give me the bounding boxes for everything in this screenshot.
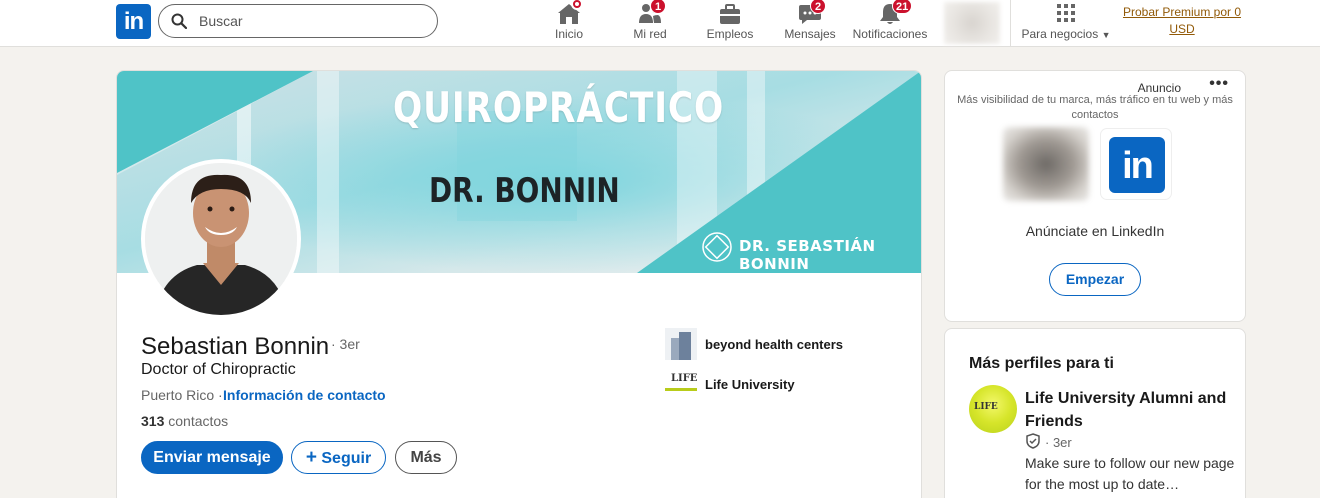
ad-cta-text: Anúnciate en LinkedIn — [1025, 223, 1165, 239]
profile-card: QUIROPRÁCTICO DR. BONNIN DR. SEBASTIÁN B… — [116, 70, 922, 498]
suggested-profile-degree: · 3er — [1045, 435, 1072, 450]
nav-home[interactable]: Inicio — [543, 0, 595, 47]
contact-info-link[interactable]: Información de contacto — [223, 387, 386, 403]
connections-count[interactable]: 313 contactos — [141, 413, 228, 429]
nav-my-network-label: Mi red — [633, 27, 667, 41]
ad-user-photo — [1003, 127, 1089, 201]
search-box[interactable] — [158, 4, 438, 38]
top-navigation: in Inicio 1 Mi red Empleos — [0, 0, 1320, 47]
banner-title: QUIROPRÁCTICO — [393, 83, 725, 132]
connections-label: contactos — [168, 413, 229, 429]
more-options-icon[interactable]: ••• — [1209, 75, 1229, 93]
nav-for-business-label: Para negocios ▼ — [1021, 27, 1111, 41]
verified-shield-icon — [1026, 433, 1040, 449]
user-avatar[interactable] — [944, 2, 1000, 44]
school-logo[interactable]: LIFE — [665, 368, 697, 400]
suggested-profile-name[interactable]: Life University Alumni and Friends — [1025, 387, 1235, 433]
suggested-profile-description: Make sure to follow our new page for the… — [1025, 455, 1235, 492]
profile-name: Sebastian Bonnin — [141, 333, 330, 360]
connections-number: 313 — [141, 413, 165, 429]
banner-brand-name: DR. SEBASTIÁN BONNIN — [739, 237, 876, 273]
network-badge: 1 — [650, 0, 666, 14]
nav-my-network[interactable]: 1 Mi red — [622, 0, 678, 47]
follow-label: Seguir — [321, 450, 372, 467]
profile-location: Puerto Rico · — [141, 387, 223, 403]
life-logo-text: LIFE — [974, 402, 998, 412]
profile-photo[interactable] — [141, 159, 301, 319]
plus-icon: + — [305, 447, 317, 468]
life-university-logo[interactable]: LIFE — [969, 385, 1017, 433]
nav-messaging[interactable]: 2 Mensajes — [780, 0, 840, 47]
nav-messaging-label: Mensajes — [784, 27, 836, 41]
connection-degree: · 3er — [331, 336, 360, 352]
more-profiles-card: Más perfiles para ti LIFE Life Universit… — [944, 328, 1246, 498]
linkedin-ad-logo: in — [1101, 129, 1171, 199]
school-name[interactable]: Life University — [705, 377, 795, 392]
caret-down-icon: ▼ — [1101, 30, 1111, 40]
profile-headline: Doctor of Chiropractic — [141, 361, 296, 378]
notifications-badge: 21 — [892, 0, 913, 14]
linkedin-logo-icon: in — [1109, 137, 1165, 193]
grid-icon — [1057, 4, 1075, 22]
ad-start-button[interactable]: Empezar — [1049, 263, 1141, 296]
brand-mark-icon — [702, 232, 732, 262]
nav-divider — [1010, 0, 1011, 47]
more-profiles-title: Más perfiles para ti — [969, 355, 1114, 372]
send-message-button[interactable]: Enviar mensaje — [141, 441, 283, 474]
school-logo-underline — [665, 388, 697, 391]
briefcase-icon — [720, 4, 740, 24]
profile-photo-illustration — [145, 163, 297, 315]
company-name[interactable]: beyond health centers — [705, 337, 843, 352]
nav-notifications[interactable]: 21 Notificaciones — [850, 0, 930, 47]
messages-badge: 2 — [810, 0, 826, 14]
nav-for-business[interactable]: Para negocios ▼ — [1018, 0, 1114, 47]
premium-link[interactable]: Probar Premium por 0 USD — [1120, 4, 1244, 38]
school-logo-text: LIFE — [671, 373, 698, 384]
follow-button[interactable]: + Seguir — [291, 441, 386, 474]
ad-card: Anuncio ••• Más visibilidad de tu marca,… — [944, 70, 1246, 322]
nav-jobs-label: Empleos — [706, 27, 754, 41]
nav-jobs[interactable]: Empleos — [703, 0, 757, 47]
search-icon — [171, 13, 187, 29]
linkedin-logo[interactable]: in — [116, 4, 151, 39]
nav-home-label: Inicio — [554, 27, 583, 41]
company-logo[interactable] — [665, 328, 697, 360]
nav-notifications-label: Notificaciones — [852, 27, 928, 41]
ad-description: Más visibilidad de tu marca, más tráfico… — [957, 94, 1233, 121]
search-input[interactable] — [199, 10, 419, 32]
more-button[interactable]: Más — [395, 441, 457, 474]
notification-dot — [571, 0, 583, 10]
banner-subtitle: DR. BONNIN — [429, 171, 620, 211]
